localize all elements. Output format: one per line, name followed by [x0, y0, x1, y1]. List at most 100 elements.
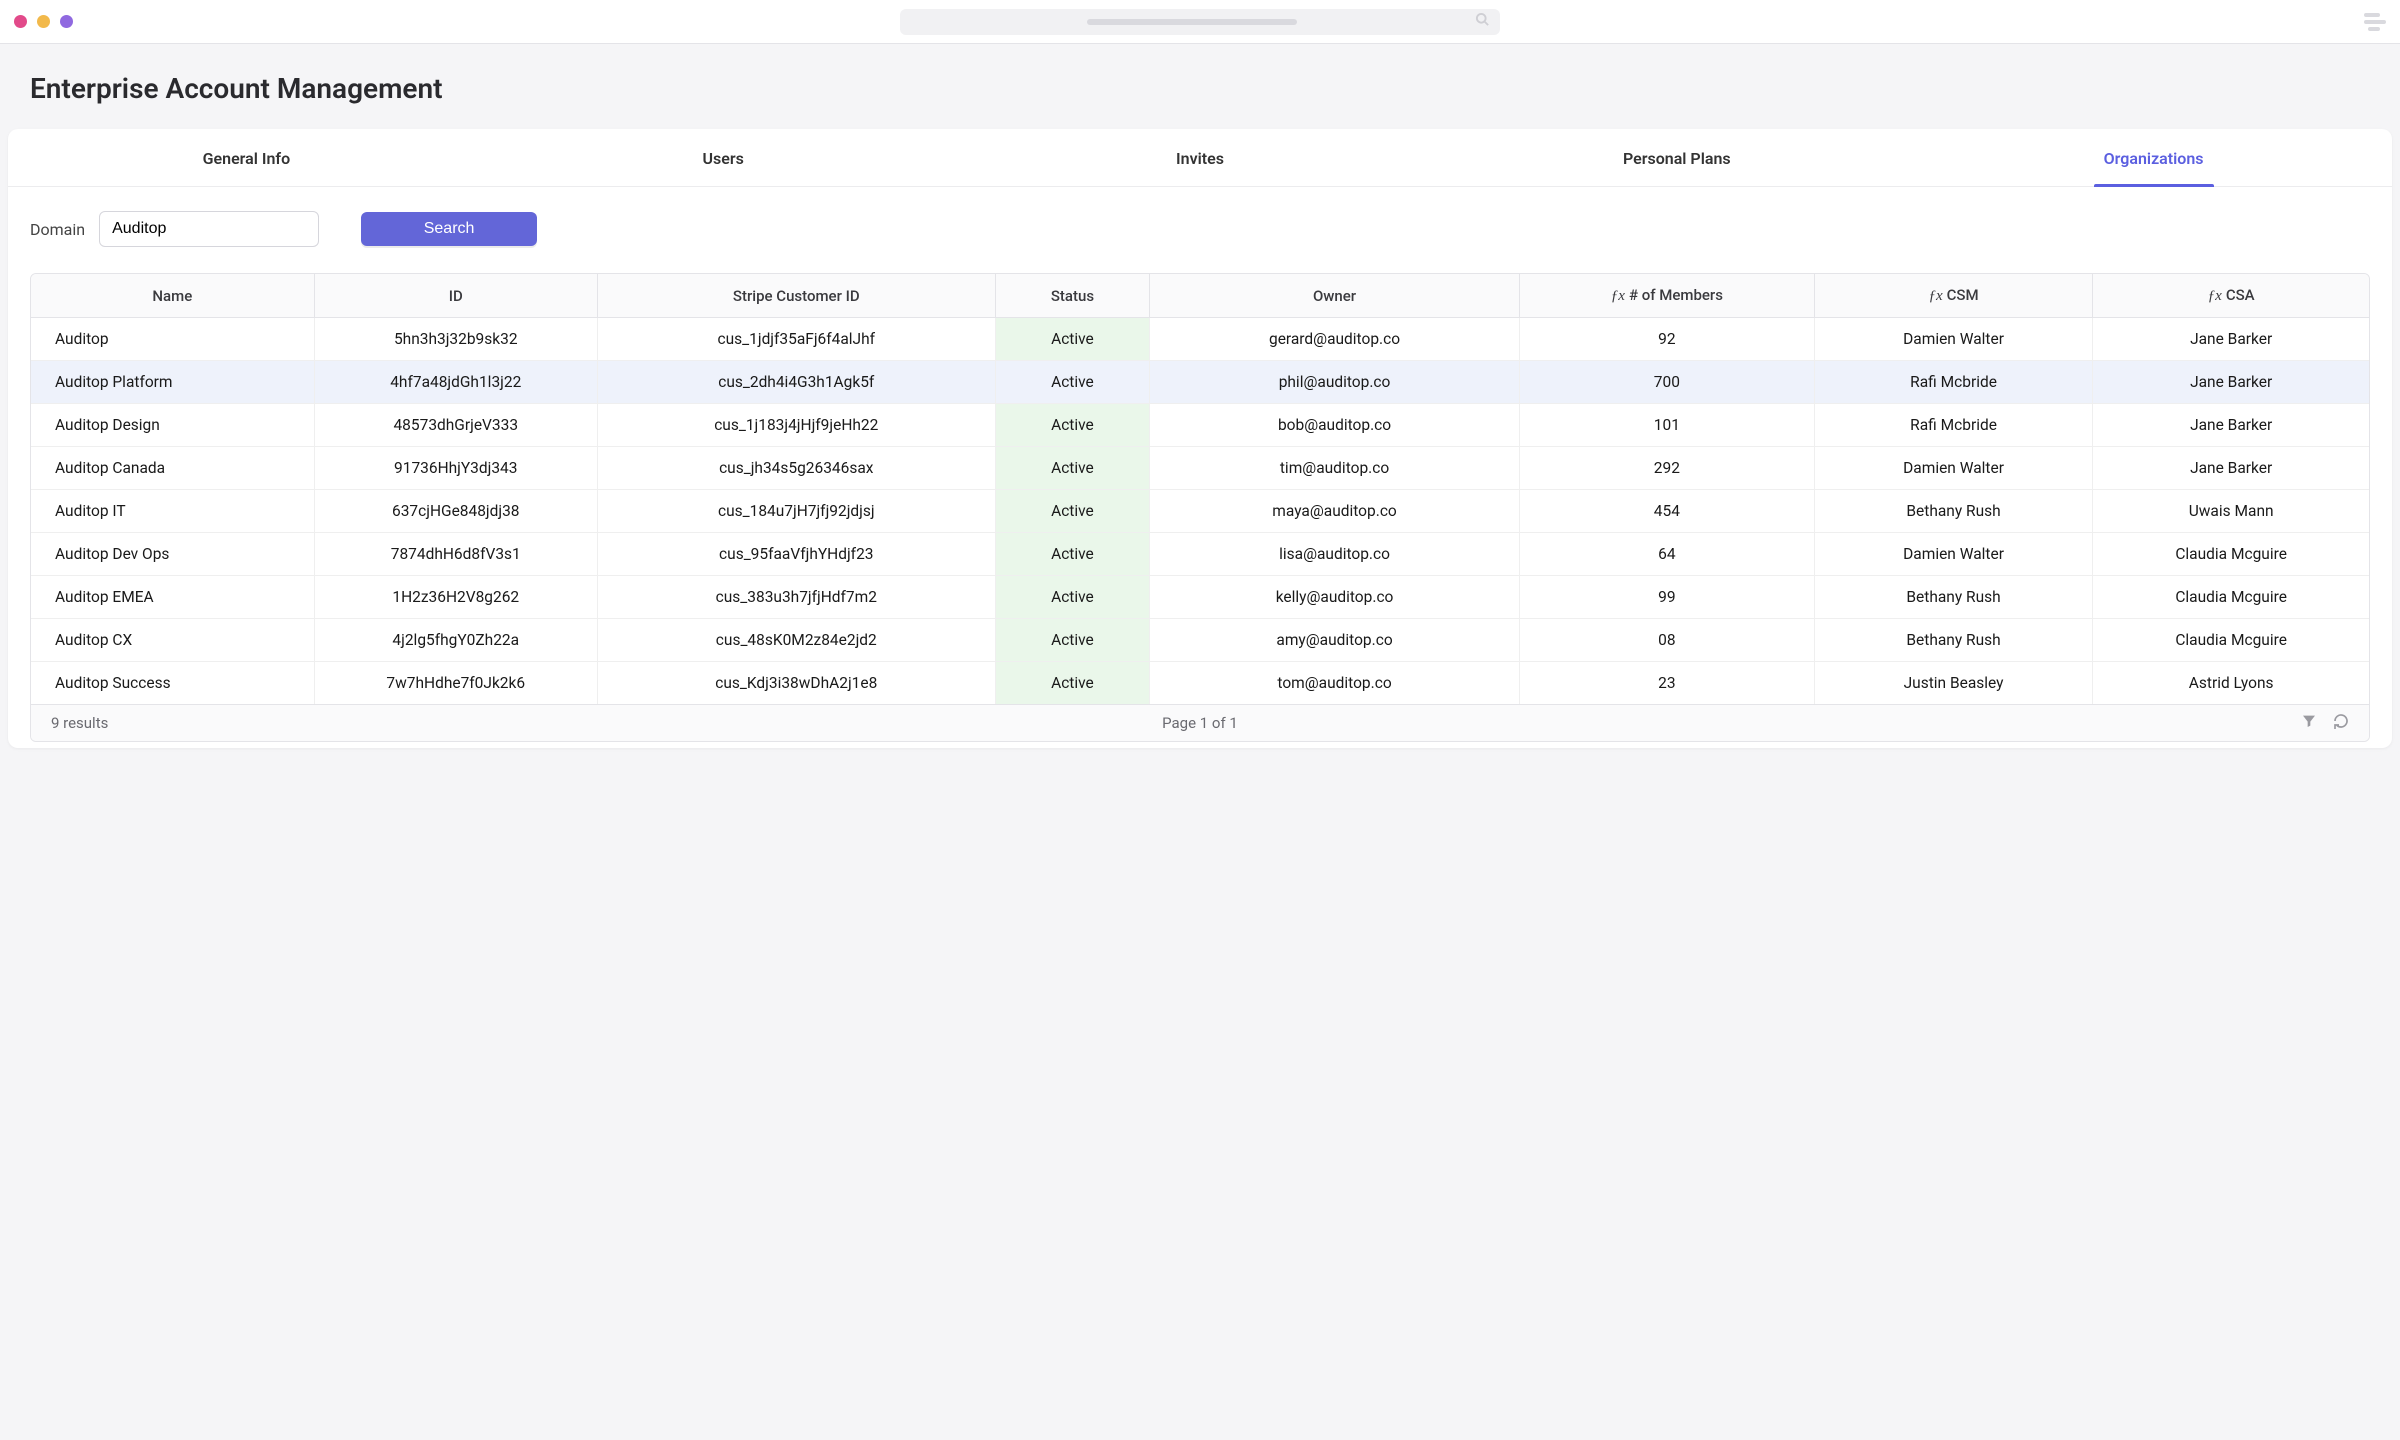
cell-csa: Jane Barker: [2093, 318, 2369, 361]
table-row[interactable]: Auditop CX4j2lg5fhgY0Zh22acus_48sK0M2z84…: [31, 619, 2369, 662]
cell-csa: Jane Barker: [2093, 447, 2369, 490]
tab-users[interactable]: Users: [485, 129, 962, 186]
table-row[interactable]: Auditop Dev Ops7874dhH6d8fV3s1cus_95faaV…: [31, 533, 2369, 576]
cell-csa: Uwais Mann: [2093, 490, 2369, 533]
formula-icon: ƒx: [1928, 288, 1942, 304]
cell-stripe: cus_2dh4i4G3h1Agk5f: [597, 361, 995, 404]
tab-bar: General Info Users Invites Personal Plan…: [8, 129, 2392, 187]
cell-csm: Damien Walter: [1814, 318, 2093, 361]
col-status[interactable]: Status: [995, 274, 1149, 318]
cell-id: 7874dhH6d8fV3s1: [314, 533, 597, 576]
search-button[interactable]: Search: [361, 212, 537, 246]
cell-id: 48573dhGrjeV333: [314, 404, 597, 447]
cell-owner: bob@auditop.co: [1150, 404, 1520, 447]
cell-csa: Astrid Lyons: [2093, 662, 2369, 705]
tab-invites[interactable]: Invites: [962, 129, 1439, 186]
cell-members: 64: [1519, 533, 1814, 576]
cell-csa: Jane Barker: [2093, 361, 2369, 404]
search-icon: [1475, 12, 1490, 31]
cell-stripe: cus_383u3h7jfjHdf7m2: [597, 576, 995, 619]
window-minimize-icon[interactable]: [37, 15, 50, 28]
menu-icon[interactable]: [2364, 13, 2386, 31]
formula-icon: ƒx: [2208, 288, 2222, 304]
cell-status: Active: [995, 447, 1149, 490]
cell-stripe: cus_jh34s5g26346sax: [597, 447, 995, 490]
cell-stripe: cus_Kdj3i38wDhA2j1e8: [597, 662, 995, 705]
organizations-panel: General Info Users Invites Personal Plan…: [8, 129, 2392, 748]
cell-csa: Claudia Mcguire: [2093, 533, 2369, 576]
cell-name: Auditop Design: [31, 404, 314, 447]
col-members[interactable]: ƒx# of Members: [1519, 274, 1814, 318]
window-maximize-icon[interactable]: [60, 15, 73, 28]
domain-label: Domain: [30, 220, 85, 239]
cell-owner: kelly@auditop.co: [1150, 576, 1520, 619]
cell-csa: Jane Barker: [2093, 404, 2369, 447]
table-row[interactable]: Auditop Design48573dhGrjeV333cus_1j183j4…: [31, 404, 2369, 447]
cell-name: Auditop Dev Ops: [31, 533, 314, 576]
cell-status: Active: [995, 404, 1149, 447]
cell-stripe: cus_1jdjf35aFj6f4alJhf: [597, 318, 995, 361]
window-close-icon[interactable]: [14, 15, 27, 28]
cell-name: Auditop: [31, 318, 314, 361]
cell-owner: phil@auditop.co: [1150, 361, 1520, 404]
cell-status: Active: [995, 361, 1149, 404]
cell-csm: Damien Walter: [1814, 447, 2093, 490]
cell-members: 99: [1519, 576, 1814, 619]
domain-input[interactable]: [99, 211, 319, 247]
col-stripe[interactable]: Stripe Customer ID: [597, 274, 995, 318]
cell-csm: Bethany Rush: [1814, 576, 2093, 619]
traffic-lights: [14, 15, 73, 28]
table-row[interactable]: Auditop Platform4hf7a48jdGh1l3j22cus_2dh…: [31, 361, 2369, 404]
window-chrome: [0, 0, 2400, 44]
cell-members: 454: [1519, 490, 1814, 533]
table-row[interactable]: Auditop IT637cjHGe848jdj38cus_184u7jH7jf…: [31, 490, 2369, 533]
col-name[interactable]: Name: [31, 274, 314, 318]
pagination-text: Page 1 of 1: [1162, 714, 1238, 732]
cell-status: Active: [995, 490, 1149, 533]
domain-search-row: Domain Search: [8, 187, 2392, 273]
table-footer: 9 results Page 1 of 1: [31, 704, 2369, 741]
address-placeholder: [1087, 19, 1297, 25]
results-count: 9 results: [51, 714, 108, 732]
formula-icon: ƒx: [1611, 288, 1625, 304]
refresh-icon[interactable]: [2333, 713, 2349, 733]
filter-icon[interactable]: [2301, 713, 2317, 733]
cell-id: 5hn3h3j32b9sk32: [314, 318, 597, 361]
cell-csm: Damien Walter: [1814, 533, 2093, 576]
cell-members: 700: [1519, 361, 1814, 404]
cell-stripe: cus_1j183j4jHjf9jeHh22: [597, 404, 995, 447]
cell-csm: Bethany Rush: [1814, 619, 2093, 662]
cell-csm: Rafi Mcbride: [1814, 361, 2093, 404]
cell-id: 4j2lg5fhgY0Zh22a: [314, 619, 597, 662]
cell-members: 08: [1519, 619, 1814, 662]
table-row[interactable]: Auditop EMEA1H2z36H2V8g262cus_383u3h7jfj…: [31, 576, 2369, 619]
cell-id: 91736HhjY3dj343: [314, 447, 597, 490]
col-id[interactable]: ID: [314, 274, 597, 318]
tab-general-info[interactable]: General Info: [8, 129, 485, 186]
cell-name: Auditop IT: [31, 490, 314, 533]
cell-name: Auditop Success: [31, 662, 314, 705]
tab-personal-plans[interactable]: Personal Plans: [1438, 129, 1915, 186]
organizations-table: Name ID Stripe Customer ID Status Owner …: [30, 273, 2370, 742]
cell-csm: Justin Beasley: [1814, 662, 2093, 705]
cell-name: Auditop Platform: [31, 361, 314, 404]
col-csm[interactable]: ƒxCSM: [1814, 274, 2093, 318]
table-row[interactable]: Auditop5hn3h3j32b9sk32cus_1jdjf35aFj6f4a…: [31, 318, 2369, 361]
cell-status: Active: [995, 533, 1149, 576]
tab-organizations[interactable]: Organizations: [1915, 129, 2392, 186]
cell-stripe: cus_48sK0M2z84e2jd2: [597, 619, 995, 662]
tab-label: Personal Plans: [1623, 149, 1731, 168]
cell-name: Auditop EMEA: [31, 576, 314, 619]
col-csa[interactable]: ƒxCSA: [2093, 274, 2369, 318]
table-row[interactable]: Auditop Success7w7hHdhe7f0Jk2k6cus_Kdj3i…: [31, 662, 2369, 705]
col-owner[interactable]: Owner: [1150, 274, 1520, 318]
cell-members: 292: [1519, 447, 1814, 490]
cell-name: Auditop CX: [31, 619, 314, 662]
cell-csa: Claudia Mcguire: [2093, 576, 2369, 619]
address-search-bar[interactable]: [900, 9, 1500, 35]
cell-status: Active: [995, 576, 1149, 619]
tab-label: Users: [703, 149, 744, 168]
cell-stripe: cus_95faaVfjhYHdjf23: [597, 533, 995, 576]
table-row[interactable]: Auditop Canada91736HhjY3dj343cus_jh34s5g…: [31, 447, 2369, 490]
page-title: Enterprise Account Management: [0, 44, 2400, 129]
